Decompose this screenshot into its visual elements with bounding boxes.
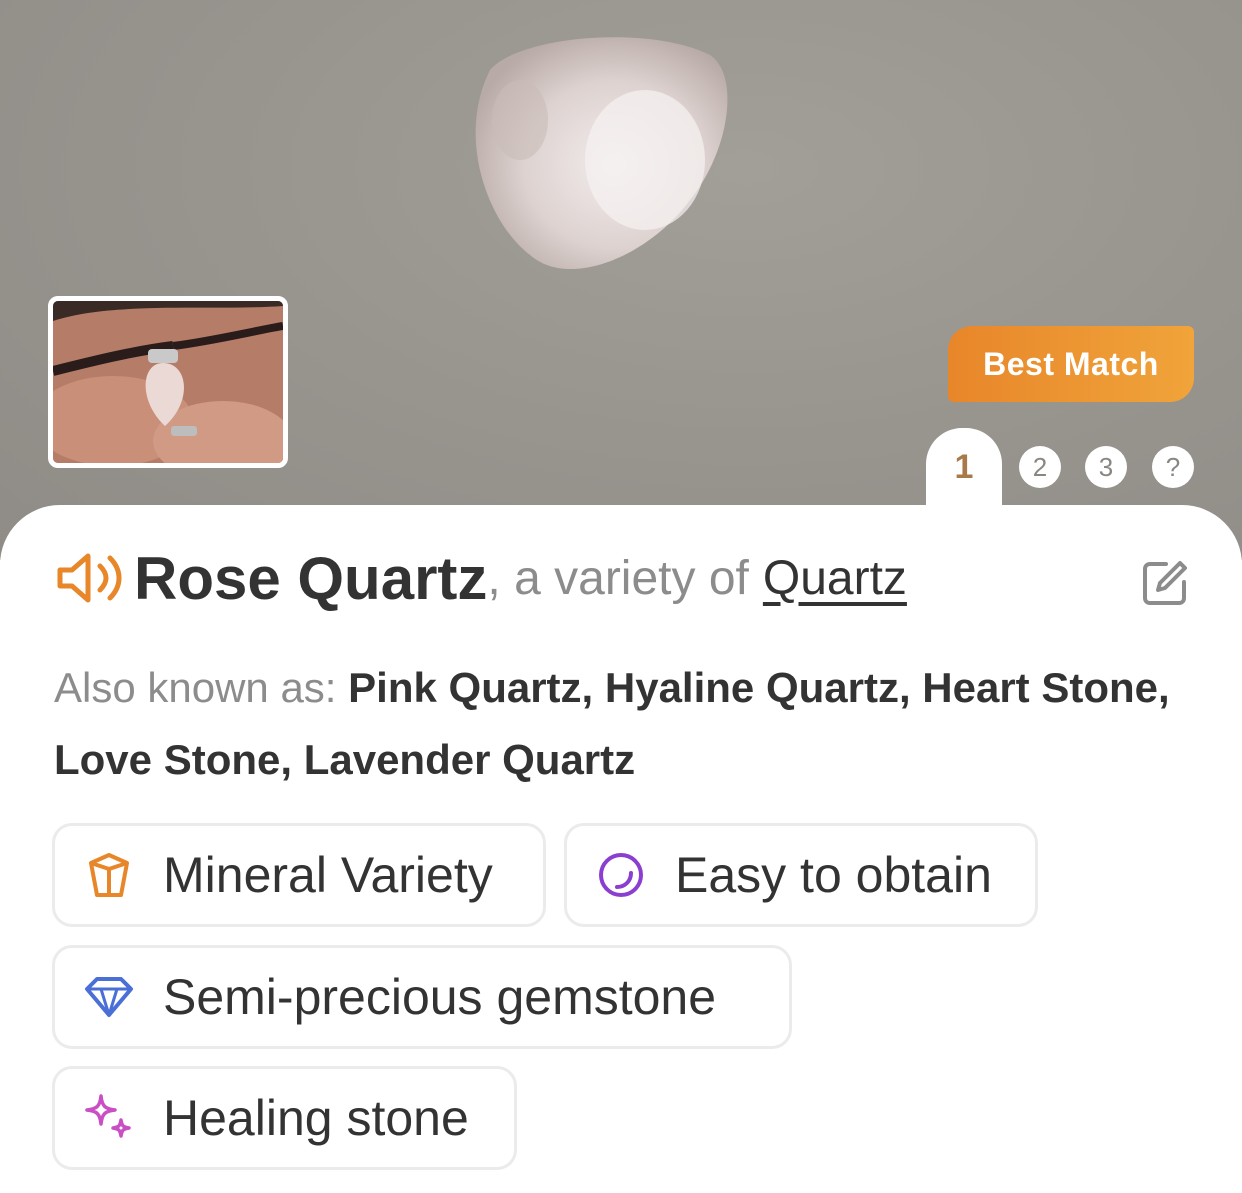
chip-label: Easy to obtain (675, 847, 992, 903)
aka-label: Also known as: (54, 664, 349, 711)
chip-mineral-variety[interactable]: Mineral Variety (52, 823, 546, 927)
edit-icon[interactable] (1140, 558, 1190, 608)
stone-name: Rose Quartz (134, 544, 488, 612)
ring-icon (599, 853, 643, 897)
chip-healing-stone[interactable]: Healing stone (52, 1066, 517, 1170)
tab-help[interactable]: ? (1152, 446, 1194, 488)
variety-prefix: , a variety of (487, 551, 749, 605)
speaker-icon[interactable] (54, 548, 124, 608)
best-match-badge: Best Match (948, 326, 1194, 402)
chip-label: Semi-precious gemstone (163, 969, 717, 1025)
tab-result-3[interactable]: 3 (1085, 446, 1127, 488)
variety-link[interactable]: Quartz (763, 551, 907, 606)
chip-label: Healing stone (163, 1090, 469, 1146)
stone-image (475, 37, 728, 270)
tab-result-2[interactable]: 2 (1019, 446, 1061, 488)
also-known-as: Also known as: Pink Quartz, Hyaline Quar… (54, 652, 1174, 796)
chip-easy-to-obtain[interactable]: Easy to obtain (564, 823, 1038, 927)
crystal-icon (89, 853, 129, 897)
chip-semi-precious-gemstone[interactable]: Semi-precious gemstone (52, 945, 792, 1049)
result-title-row: Rose Quartz , a variety of Quartz (54, 538, 1204, 618)
diamond-icon (85, 977, 133, 1017)
sparkle-icon (85, 1094, 131, 1138)
chip-label: Mineral Variety (163, 847, 493, 903)
